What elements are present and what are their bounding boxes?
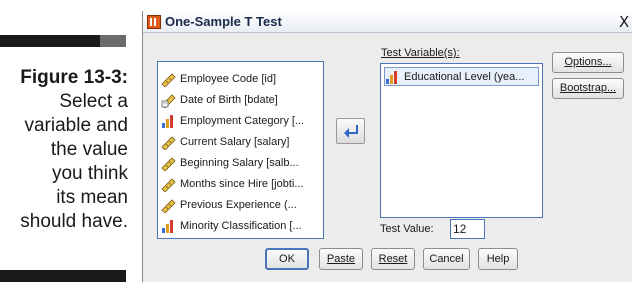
variable-label: Beginning Salary [salb... bbox=[180, 157, 299, 169]
variable-list-item[interactable]: Date of Birth [bdate] bbox=[161, 91, 320, 110]
variable-label: Minority Classification [... bbox=[180, 220, 302, 232]
variable-list-item[interactable]: Previous Experience (... bbox=[161, 196, 320, 215]
dialog-title: One-Sample T Test bbox=[165, 14, 282, 29]
one-sample-t-test-dialog: One-Sample T Test X Employee Code [id] Da… bbox=[142, 11, 632, 282]
bootstrap-button[interactable]: Bootstrap... bbox=[552, 78, 624, 99]
variable-list-item[interactable]: Beginning Salary [salb... bbox=[161, 154, 320, 173]
move-variable-button[interactable] bbox=[336, 118, 365, 144]
test-variables-label: Test Variable(s): bbox=[381, 47, 460, 59]
variable-list-item[interactable]: Current Salary [salary] bbox=[161, 133, 320, 152]
caption-line: should have. bbox=[20, 211, 128, 232]
figure-caption: Figure 13-3: Select a variable and the v… bbox=[0, 66, 128, 234]
variable-label: Current Salary [salary] bbox=[180, 136, 290, 148]
caption-line: the value bbox=[50, 139, 128, 160]
reset-button[interactable]: Reset bbox=[371, 248, 415, 270]
caption-line: you think bbox=[51, 163, 128, 184]
variable-label: Months since Hire [jobti... bbox=[180, 178, 304, 190]
caption-rule-top bbox=[0, 35, 126, 47]
spss-app-icon bbox=[147, 15, 161, 29]
arrow-left-icon bbox=[344, 125, 358, 138]
variable-list-item[interactable]: Employee Code [id] bbox=[161, 70, 320, 89]
options-button[interactable]: Options... bbox=[552, 52, 624, 73]
variable-label: Educational Level (yea... bbox=[404, 71, 525, 83]
variable-label: Employee Code [id] bbox=[180, 73, 276, 85]
variable-list-item[interactable]: Employment Category [... bbox=[161, 112, 320, 131]
source-variable-list[interactable]: Employee Code [id] Date of Birth [bdate] E… bbox=[157, 61, 324, 239]
caption-rule-bottom bbox=[0, 270, 126, 282]
ok-button[interactable]: OK bbox=[265, 248, 309, 270]
variable-label: Previous Experience (... bbox=[180, 199, 297, 211]
variable-label: Employment Category [... bbox=[180, 115, 305, 127]
close-icon[interactable]: X bbox=[619, 13, 629, 31]
test-variable-list[interactable]: Educational Level (yea... bbox=[380, 63, 543, 218]
variable-list-item[interactable]: Educational Level (yea... bbox=[384, 67, 539, 86]
cancel-button[interactable]: Cancel bbox=[423, 248, 470, 270]
title-bar[interactable]: One-Sample T Test X bbox=[143, 11, 632, 33]
variable-list-item[interactable]: Minority Classification [... bbox=[161, 217, 320, 236]
help-button[interactable]: Help bbox=[478, 248, 518, 270]
variable-list-item[interactable]: Months since Hire [jobti... bbox=[161, 175, 320, 194]
caption-line: variable and bbox=[24, 115, 128, 136]
test-value-label: Test Value: bbox=[380, 223, 434, 235]
variable-label: Date of Birth [bdate] bbox=[180, 94, 278, 106]
caption-line: Select a bbox=[59, 91, 128, 112]
caption-line: its mean bbox=[56, 187, 128, 208]
test-value-input[interactable]: 12 bbox=[450, 219, 485, 239]
paste-button[interactable]: Paste bbox=[319, 248, 363, 270]
figure-number: Figure 13-3: bbox=[20, 67, 128, 88]
